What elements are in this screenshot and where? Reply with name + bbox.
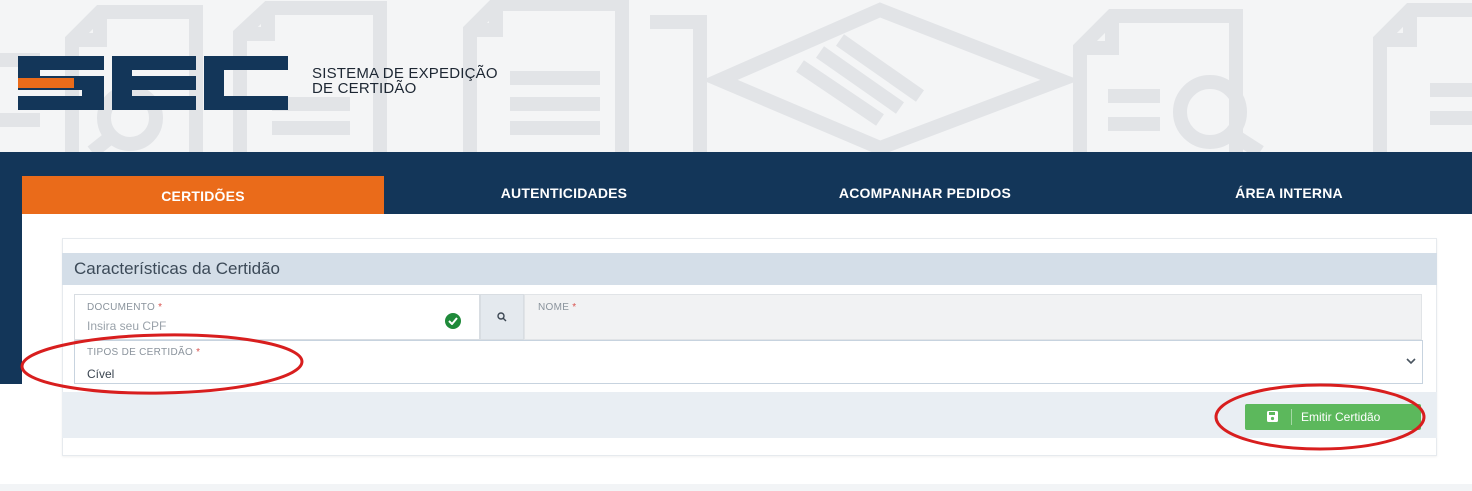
- emitir-certidao-button[interactable]: Emitir Certidão: [1245, 404, 1421, 430]
- tipos-certidao-select[interactable]: TIPOS DE CERTIDÃO * Cível: [74, 340, 1423, 384]
- tab-autenticidades[interactable]: AUTENTICIDADES: [384, 174, 744, 212]
- tab-acompanhar-pedidos[interactable]: ACOMPANHAR PEDIDOS: [744, 174, 1106, 212]
- button-divider: [1291, 409, 1292, 425]
- tipos-certidao-value: Cível: [87, 367, 115, 381]
- save-icon: [1267, 411, 1278, 422]
- page: SISTEMA DE EXPEDIÇÃO DE CERTIDÃO CERTIDÕ…: [0, 0, 1472, 491]
- main-navbar: CERTIDÕES AUTENTICIDADES ACOMPANHAR PEDI…: [0, 152, 1472, 214]
- emitir-certidao-label: Emitir Certidão: [1301, 410, 1381, 424]
- documento-label: DOCUMENTO *: [87, 302, 163, 313]
- chevron-down-icon: [1406, 358, 1416, 365]
- side-strip: [0, 214, 22, 384]
- tab-area-interna[interactable]: ÁREA INTERNA: [1106, 174, 1472, 212]
- check-circle-icon: [445, 313, 461, 329]
- logo-tagline-line1: SISTEMA DE EXPEDIÇÃO: [312, 65, 498, 82]
- nome-field[interactable]: NOME *: [524, 294, 1422, 340]
- tipos-certidao-label: TIPOS DE CERTIDÃO *: [87, 347, 201, 358]
- logo-tagline: SISTEMA DE EXPEDIÇÃO DE CERTIDÃO: [312, 66, 498, 96]
- form-card-title: Características da Certidão: [74, 259, 280, 278]
- form-actions-bar: [62, 392, 1437, 438]
- search-button[interactable]: [480, 294, 524, 340]
- header: SISTEMA DE EXPEDIÇÃO DE CERTIDÃO: [0, 0, 1472, 152]
- tab-certidoes[interactable]: CERTIDÕES: [22, 176, 384, 214]
- footer-strip: [0, 484, 1472, 491]
- nome-label: NOME *: [538, 302, 577, 313]
- documento-field[interactable]: DOCUMENTO * Insira seu CPF: [74, 294, 480, 340]
- logo-tagline-line2: DE CERTIDÃO: [312, 80, 417, 97]
- search-icon: [497, 312, 507, 322]
- sec-logo: [18, 56, 288, 110]
- documento-placeholder: Insira seu CPF: [87, 319, 167, 333]
